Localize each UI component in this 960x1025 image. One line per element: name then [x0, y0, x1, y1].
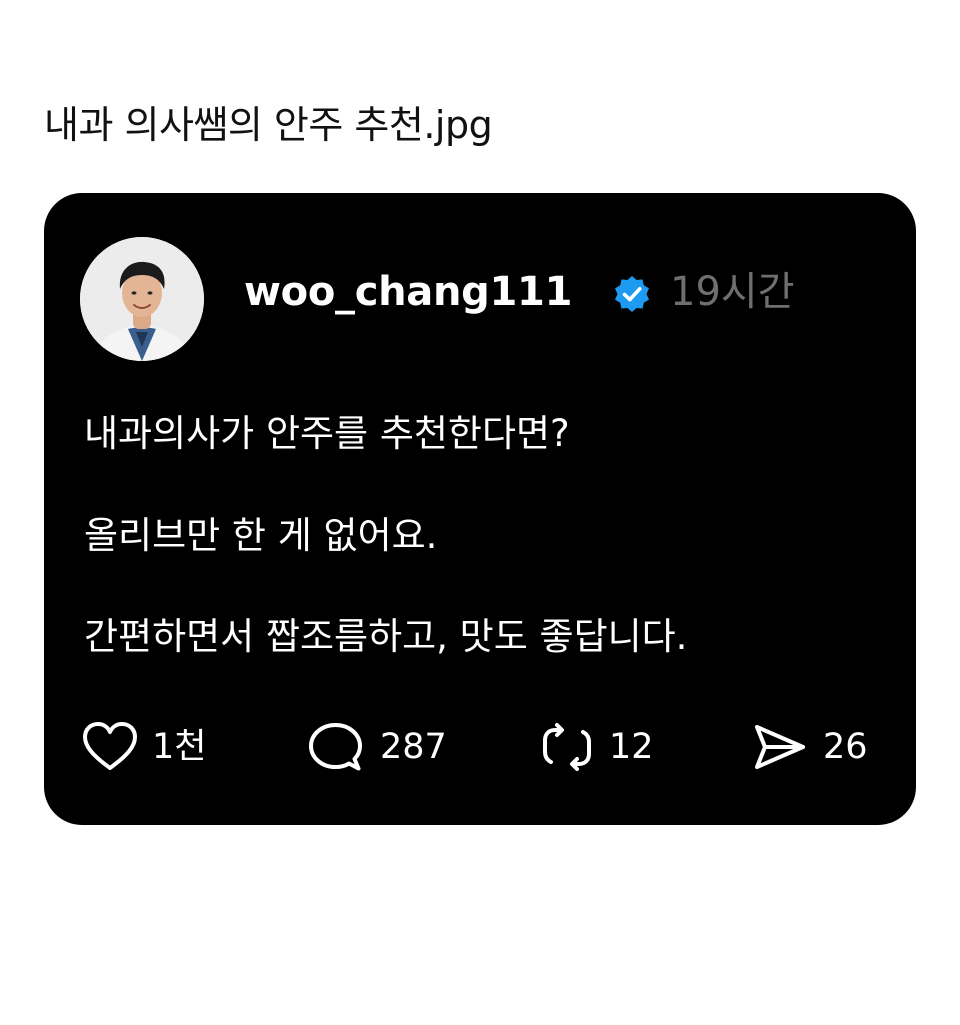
comment-button[interactable]: 287 [304, 719, 447, 775]
repost-button[interactable]: 12 [537, 719, 654, 775]
share-button[interactable]: 26 [747, 719, 868, 775]
repost-arrows-icon [543, 723, 591, 771]
post-card: woo_chang111 19시간 내과의사가 안주를 추천한다면? 올리브만 … [44, 193, 916, 825]
heart-icon [83, 722, 137, 770]
like-button[interactable]: 1천 [80, 719, 206, 775]
like-count: 1천 [152, 727, 207, 767]
page-title: 내과 의사쌤의 안주 추천.jpg [44, 103, 493, 147]
username[interactable]: woo_chang111 [244, 264, 572, 320]
speech-bubble-icon [309, 723, 362, 771]
share-count: 26 [823, 727, 868, 767]
post-text-line: 간편하면서 짭조름하고, 맛도 좋답니다. [84, 615, 688, 658]
avatar[interactable] [80, 237, 204, 361]
post-timestamp: 19시간 [670, 269, 795, 315]
post-text-line: 올리브만 한 게 없어요. [84, 514, 438, 557]
repost-count: 12 [609, 727, 654, 767]
comment-count: 287 [380, 727, 447, 767]
post-text-line: 내과의사가 안주를 추천한다면? [84, 412, 570, 455]
verified-badge-icon [615, 276, 649, 312]
send-arrow-icon [755, 725, 805, 769]
